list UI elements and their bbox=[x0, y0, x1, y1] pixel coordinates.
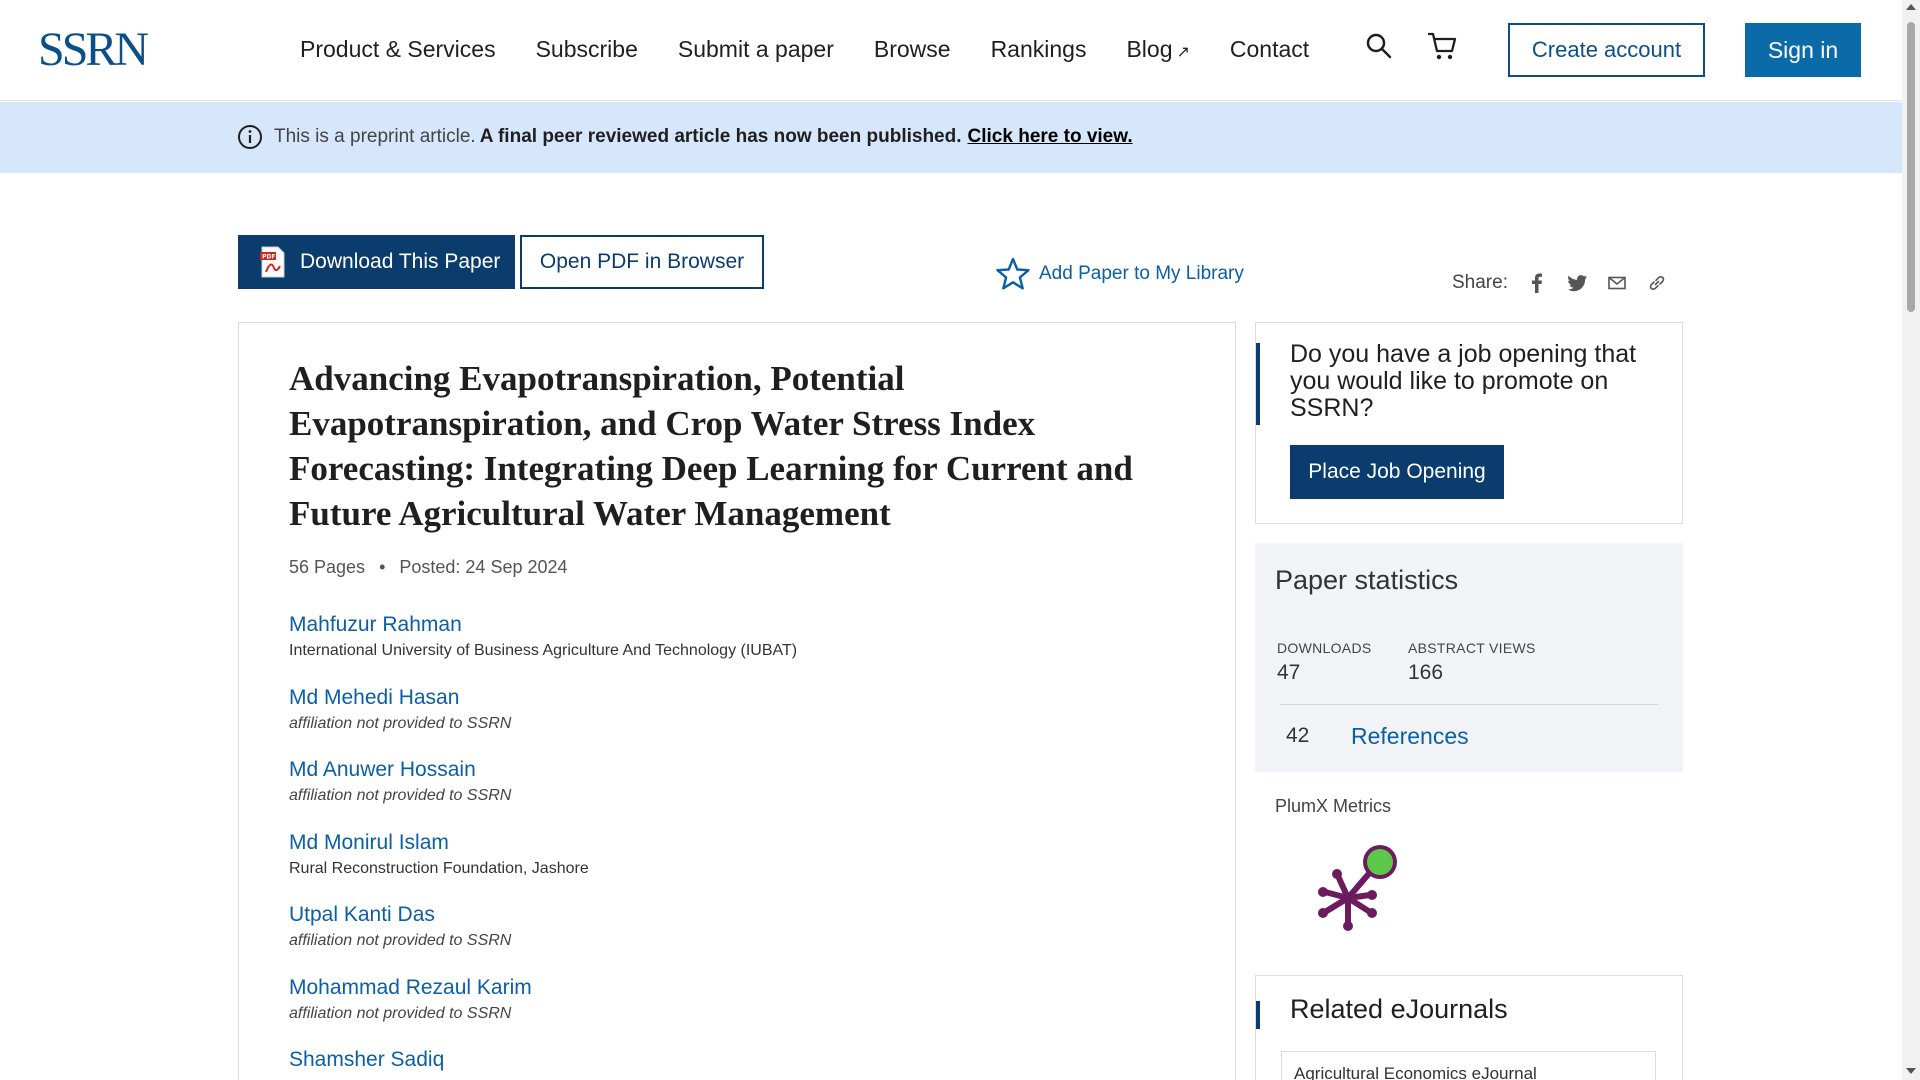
author-affiliation: International University of Business Agr… bbox=[289, 642, 798, 659]
scroll-thumb[interactable] bbox=[1907, 22, 1915, 312]
author-name[interactable]: Md Mehedi Hasan bbox=[289, 684, 797, 712]
divider bbox=[1280, 704, 1658, 705]
author-item: Shamsher Sadiq bbox=[289, 1046, 797, 1080]
nav-rankings[interactable]: Rankings bbox=[991, 36, 1087, 63]
plumx-label: PlumX Metrics bbox=[1275, 796, 1392, 816]
nav-contact[interactable]: Contact bbox=[1230, 36, 1309, 63]
references-count: 42 bbox=[1286, 724, 1310, 747]
author-affiliation: affiliation not provided to SSRN bbox=[289, 1004, 512, 1022]
author-affiliation: affiliation not provided to SSRN bbox=[289, 787, 512, 804]
info-icon bbox=[238, 125, 262, 149]
paper-title: Advancing Evapotranspiration, Potential … bbox=[289, 359, 1133, 533]
accent-bar bbox=[1256, 343, 1260, 425]
author-affiliation: affiliation not provided to SSRN bbox=[289, 932, 512, 949]
related-ejournal-item[interactable]: Agricultural Economics eJournal bbox=[1281, 1051, 1656, 1080]
abstract-views-label: ABSTRACT VIEWS bbox=[1408, 640, 1536, 656]
paper-meta: 56 Pages • Posted: 24 Sep 2024 bbox=[289, 557, 568, 578]
author-item: Md Anuwer Hossain affiliation not provid… bbox=[289, 756, 797, 829]
banner-published-text: A final peer reviewed article has now be… bbox=[479, 126, 962, 147]
sign-in-button[interactable]: Sign in bbox=[1745, 23, 1861, 77]
page-count: 56 Pages bbox=[289, 557, 366, 577]
author-name[interactable]: Md Monirul Islam bbox=[289, 829, 797, 857]
scrollbar[interactable] bbox=[1902, 0, 1920, 1080]
job-promo-box: Do you have a job opening that you would… bbox=[1255, 322, 1683, 524]
related-ejournals: Related eJournals Agricultural Economics… bbox=[1255, 975, 1683, 1080]
author-name[interactable]: Utpal Kanti Das bbox=[289, 901, 797, 929]
twitter-icon[interactable] bbox=[1566, 272, 1588, 294]
downloads-value: 47 bbox=[1277, 661, 1301, 684]
facebook-icon[interactable] bbox=[1526, 272, 1548, 294]
author-affiliation: affiliation not provided to SSRN bbox=[289, 714, 512, 732]
plumx-icon[interactable] bbox=[1310, 840, 1400, 935]
author-affiliation: Rural Reconstruction Foundation, Jashore bbox=[289, 859, 589, 877]
pdf-icon: PDF bbox=[260, 246, 285, 278]
job-prompt-text: Do you have a job opening that you would… bbox=[1290, 340, 1637, 422]
add-to-library-label: Add Paper to My Library bbox=[1039, 263, 1244, 284]
posted-date: Posted: 24 Sep 2024 bbox=[399, 557, 568, 577]
banner-preprint-text: This is a preprint article. bbox=[274, 126, 476, 147]
author-item: Utpal Kanti Das affiliation not provided… bbox=[289, 901, 797, 974]
paper-statistics: Paper statistics DOWNLOADS 47 ABSTRACT V… bbox=[1255, 543, 1683, 772]
stats-title: Paper statistics bbox=[1275, 565, 1459, 595]
download-paper-button[interactable]: PDF Download This Paper bbox=[238, 235, 515, 289]
cart-icon[interactable] bbox=[1426, 31, 1458, 61]
references-link[interactable]: References bbox=[1351, 723, 1469, 750]
ssrn-logo[interactable]: SSRN bbox=[38, 26, 149, 74]
add-to-library-link[interactable]: Add Paper to My Library bbox=[995, 256, 1244, 292]
nav-browse[interactable]: Browse bbox=[874, 36, 951, 63]
site-header: SSRN Product & Services Subscribe Submit… bbox=[0, 0, 1902, 101]
download-label: Download This Paper bbox=[300, 250, 501, 273]
author-item: Mahfuzur Rahman International University… bbox=[289, 611, 797, 684]
nav-product-services[interactable]: Product & Services bbox=[300, 36, 496, 63]
downloads-label: DOWNLOADS bbox=[1277, 640, 1372, 656]
share-label: Share: bbox=[1452, 272, 1508, 293]
author-item: Mohammad Rezaul Karim affiliation not pr… bbox=[289, 974, 797, 1047]
email-icon[interactable] bbox=[1606, 272, 1628, 294]
nav-submit-paper[interactable]: Submit a paper bbox=[678, 36, 834, 63]
svg-text:PDF: PDF bbox=[262, 254, 275, 261]
main-nav: Product & Services Subscribe Submit a pa… bbox=[300, 36, 1309, 63]
create-account-button[interactable]: Create account bbox=[1508, 23, 1705, 77]
search-icon[interactable] bbox=[1365, 32, 1393, 60]
paper-panel: Advancing Evapotranspiration, Potential … bbox=[238, 322, 1236, 1080]
star-icon bbox=[996, 257, 1030, 290]
author-name[interactable]: Mohammad Rezaul Karim bbox=[289, 974, 797, 1002]
abstract-views-value: 166 bbox=[1408, 661, 1444, 684]
author-item: Md Monirul Islam Rural Reconstruction Fo… bbox=[289, 829, 797, 902]
author-name[interactable]: Shamsher Sadiq bbox=[289, 1046, 797, 1074]
link-icon[interactable] bbox=[1646, 272, 1668, 294]
author-name[interactable]: Mahfuzur Rahman bbox=[289, 611, 797, 639]
place-job-button[interactable]: Place Job Opening bbox=[1290, 445, 1504, 499]
author-name[interactable]: Md Anuwer Hossain bbox=[289, 756, 797, 784]
share-bar: Share: bbox=[1452, 272, 1668, 294]
author-list: Mahfuzur Rahman International University… bbox=[289, 611, 797, 1080]
banner-view-link[interactable]: Click here to view. bbox=[968, 126, 1133, 148]
external-link-icon: ↗ bbox=[1176, 44, 1190, 61]
scroll-down-arrow-icon[interactable] bbox=[1906, 1068, 1916, 1074]
nav-blog-label: Blog bbox=[1126, 36, 1173, 62]
related-title: Related eJournals bbox=[1290, 994, 1508, 1024]
nav-subscribe[interactable]: Subscribe bbox=[536, 36, 638, 63]
scroll-up-arrow-icon[interactable] bbox=[1906, 4, 1916, 10]
nav-blog[interactable]: Blog ↗ bbox=[1126, 36, 1189, 63]
meta-separator: • bbox=[379, 557, 386, 577]
preprint-banner: This is a preprint article. A final peer… bbox=[0, 102, 1902, 173]
open-pdf-button[interactable]: Open PDF in Browser bbox=[520, 235, 764, 289]
accent-bar bbox=[1256, 1001, 1260, 1029]
author-item: Md Mehedi Hasan affiliation not provided… bbox=[289, 684, 797, 757]
